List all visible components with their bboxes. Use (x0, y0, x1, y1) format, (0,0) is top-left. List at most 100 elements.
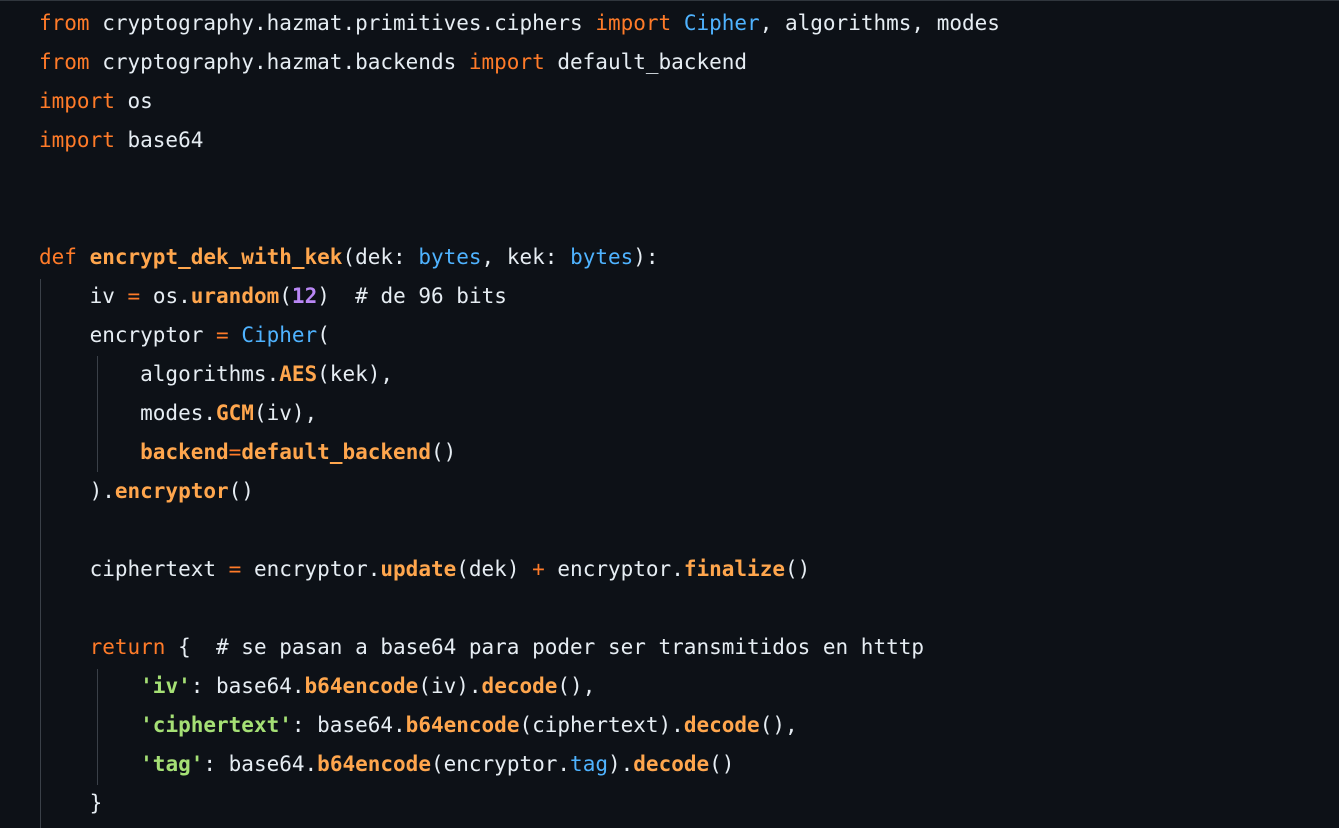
text-token: (kek), (317, 362, 394, 386)
text-token: ciphertext (39, 557, 229, 581)
code-line[interactable]: from cryptography.hazmat.backends import… (39, 43, 747, 82)
string-token: 'tag' (140, 752, 204, 776)
text-token: cryptography.hazmat.backends (89, 50, 469, 74)
class-token: Cipher (241, 323, 318, 347)
code-line[interactable]: backend=default_backend() (39, 433, 456, 472)
text-token: (iv), (253, 401, 318, 425)
text-token: () (785, 557, 811, 581)
text-token: ). (39, 479, 115, 503)
text-token: ( (279, 284, 292, 308)
function-token: GCM (216, 401, 254, 425)
text-token: ( (317, 323, 330, 347)
code-line[interactable]: def encrypt_dek_with_kek(dek: bytes, kek… (39, 238, 659, 277)
text-token: } (39, 791, 103, 815)
text-token: ). (607, 752, 634, 776)
text-token: , kek: (481, 245, 571, 269)
text-token: cryptography.hazmat.primitives.ciphers (89, 11, 596, 35)
code-line[interactable]: encryptor = Cipher( (39, 316, 330, 355)
class-token: Cipher (683, 11, 760, 35)
text-token: (), (759, 713, 798, 737)
text-token: { (165, 635, 217, 659)
keyword-token: = (228, 440, 242, 464)
text-token: (dek) (456, 557, 533, 581)
text-token: : base64. (190, 674, 305, 698)
function-token: decode (481, 674, 558, 698)
indent-guide-function-body (40, 279, 41, 828)
text-token: (), (557, 674, 596, 698)
code-line[interactable]: import os (39, 82, 153, 121)
class-token: bytes (418, 245, 482, 269)
text-token: algorithms. (39, 362, 280, 386)
function-token: AES (279, 362, 318, 386)
function-token: encryptor (114, 479, 229, 503)
function-token: decode (683, 713, 760, 737)
function-token: decode (633, 752, 710, 776)
function-token: b64encode (317, 752, 431, 776)
function-token: urandom (190, 284, 280, 308)
text-token: : base64. (203, 752, 318, 776)
text-token: encryptor (39, 323, 217, 347)
text-token: (iv). (418, 674, 482, 698)
indent-guide-return-dict (97, 669, 98, 785)
code-line[interactable]: ).encryptor() (39, 472, 254, 511)
text-token: encryptor. (544, 557, 684, 581)
function-token: encrypt_dek_with_kek (89, 245, 343, 269)
text-token: () (228, 479, 254, 503)
keyword-token: import (39, 89, 115, 113)
code-line[interactable]: } (39, 784, 103, 823)
code-editor[interactable]: from cryptography.hazmat.primitives.ciph… (0, 0, 1339, 828)
keyword-token: import (595, 11, 672, 35)
code-line[interactable]: 'iv': base64.b64encode(iv).decode(), (39, 667, 595, 706)
indent-guide-cipher-args (97, 356, 98, 472)
function-token: update (380, 557, 457, 581)
text-token: modes. (39, 401, 217, 425)
text-token: ): (633, 245, 659, 269)
text-token: , algorithms, modes (759, 11, 1000, 35)
keyword-token: import (39, 128, 115, 152)
code-line[interactable]: iv = os.urandom(12) # de 96 bits (39, 277, 507, 316)
code-line[interactable]: return { # se pasan a base64 para poder … (39, 628, 924, 667)
code-line[interactable]: modes.GCM(iv), (39, 394, 317, 433)
text-token: os (114, 89, 153, 113)
function-token: b64encode (304, 674, 419, 698)
text-token: (dek: (342, 245, 419, 269)
keyword-token: import (468, 50, 545, 74)
function-token: backend (140, 440, 229, 464)
text-token: () (709, 752, 735, 776)
function-token: b64encode (405, 713, 520, 737)
string-token: 'ciphertext' (140, 713, 292, 737)
text-token: ) (317, 284, 356, 308)
text-token: : base64. (291, 713, 406, 737)
code-line[interactable]: 'tag': base64.b64encode(encryptor.tag).d… (39, 745, 734, 784)
string-token: 'iv' (140, 674, 191, 698)
keyword-token: = (127, 284, 141, 308)
text-token: base64 (114, 128, 204, 152)
comment-token: # se pasan a base64 para poder ser trans… (216, 635, 925, 659)
code-line[interactable]: ciphertext = encryptor.update(dek) + enc… (39, 550, 811, 589)
code-line[interactable]: import base64 (39, 121, 203, 160)
text-token: default_backend (544, 50, 748, 74)
keyword-token: from (39, 11, 90, 35)
keyword-token: def (39, 245, 77, 269)
code-line[interactable]: algorithms.AES(kek), (39, 355, 393, 394)
function-token: finalize (683, 557, 785, 581)
text-token: () (430, 440, 457, 464)
keyword-token: = (216, 323, 229, 347)
comment-token: # de 96 bits (355, 284, 507, 308)
code-line[interactable]: from cryptography.hazmat.primitives.ciph… (39, 4, 1000, 43)
function-token: default_backend (241, 440, 431, 464)
attribute-token: tag (570, 752, 608, 776)
text-token: os. (140, 284, 191, 308)
text-token: encryptor. (241, 557, 381, 581)
code-line[interactable]: 'ciphertext': base64.b64encode(ciphertex… (39, 706, 798, 745)
text-token: iv (39, 284, 128, 308)
keyword-token: from (39, 50, 90, 74)
